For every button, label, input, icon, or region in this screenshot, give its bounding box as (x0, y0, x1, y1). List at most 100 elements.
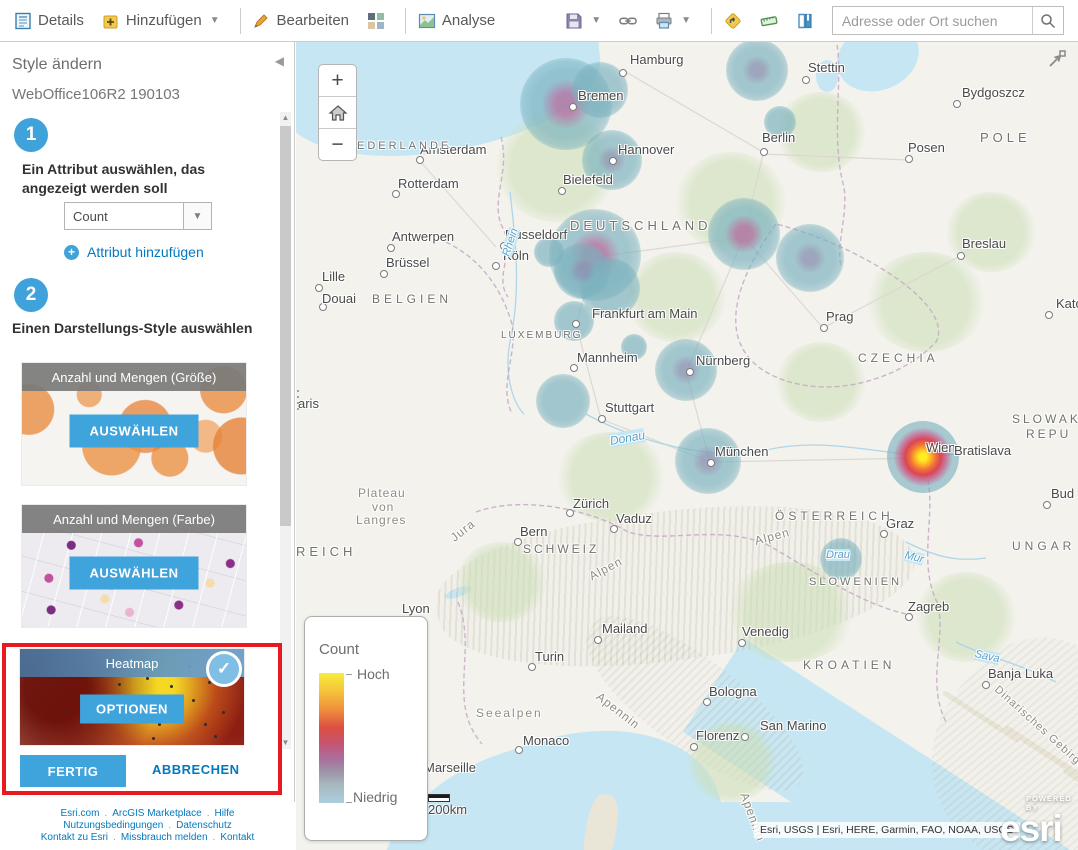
city-marker (515, 746, 523, 754)
city-marker (690, 743, 698, 751)
city-marker (416, 156, 424, 164)
modify-map-icon[interactable] (1046, 48, 1068, 75)
city-marker (392, 190, 400, 198)
footer-link[interactable]: Kontakt zu Esri (41, 832, 108, 843)
style-card-title: Anzahl und Mengen (Farbe) (22, 505, 246, 533)
footer-link[interactable]: Hilfe (214, 808, 234, 819)
footer-row: Nutzungsbedingungen.Datenschutz (0, 820, 295, 831)
footer-link[interactable]: Esri.com (61, 808, 100, 819)
select-style-button[interactable]: AUSWÄHLEN (70, 415, 199, 448)
footer-link[interactable]: Missbrauch melden (121, 832, 208, 843)
directions-button[interactable] (724, 12, 742, 30)
map-label: Langres (356, 513, 406, 527)
city-marker (905, 613, 913, 621)
collapse-panel-icon[interactable]: ◀ (275, 54, 284, 68)
attribute-select[interactable]: Count ▼ (64, 202, 212, 230)
basemap-button[interactable] (367, 12, 385, 30)
footer-link[interactable]: Kontakt (220, 832, 254, 843)
style-panel: Style ändern ◀ WebOffice106R2 190103 1 E… (0, 42, 295, 850)
measure-button[interactable] (760, 12, 778, 30)
search-box (832, 6, 1064, 35)
city-marker (738, 639, 746, 647)
add-button[interactable]: Hinzufügen ▼ (102, 12, 220, 30)
city-marker (880, 530, 888, 538)
scale-bar: 200km (428, 794, 467, 817)
esri-logo: POWERED BY esri (1000, 794, 1078, 845)
heat-blob (536, 374, 590, 428)
city-marker (686, 368, 694, 376)
map-canvas[interactable]: HamburgStettinBydgoszczBerlinPosenBremen… (296, 42, 1078, 850)
step-1-label: Ein Attribut auswählen, das angezeigt we… (22, 160, 232, 198)
map-label: Mailand (602, 621, 648, 636)
search-input[interactable] (833, 13, 1032, 29)
print-caret-icon: ▼ (681, 15, 691, 26)
map-label: Drau (826, 549, 850, 561)
map-label: Breslau (962, 236, 1006, 251)
footer-row: Esri.com. ArcGIS Marketplace. Hilfe (0, 808, 295, 819)
add-attribute-link[interactable]: + Attribut hinzufügen (64, 244, 204, 260)
city-marker (569, 103, 577, 111)
edit-label: Bearbeiten (276, 12, 349, 29)
map-label: Vaduz (616, 511, 652, 526)
share-link-button[interactable] (619, 12, 637, 30)
details-button[interactable]: Details (14, 12, 84, 30)
legend-title: Count (319, 641, 359, 658)
map-label: Nürnberg (696, 353, 750, 368)
map-label: Frankfurt am Main (592, 306, 697, 321)
footer-separator: . (104, 808, 107, 819)
add-layer-icon (102, 12, 120, 30)
city-marker (957, 252, 965, 260)
save-button[interactable]: ▼ (565, 12, 601, 30)
city-marker (703, 698, 711, 706)
footer-link[interactable]: ArcGIS Marketplace (112, 808, 201, 819)
map-label: Brüssel (386, 255, 429, 270)
map-label: DEUTSCHLAND (570, 218, 712, 233)
map-label: UNGAR (1012, 539, 1075, 553)
map-label: Venedig (742, 624, 789, 639)
map-label: Hamburg (630, 52, 683, 67)
bookmarks-button[interactable] (796, 12, 814, 30)
search-button[interactable] (1032, 7, 1063, 34)
map-label: BELGIEN (372, 292, 452, 306)
city-marker (610, 525, 618, 533)
zoom-in-button[interactable]: + (319, 65, 356, 97)
scroll-up-icon[interactable]: ▲ (280, 112, 291, 124)
footer-links: Esri.com.ArcGIS Marketplace.HilfeNutzung… (0, 802, 295, 850)
city-marker (570, 364, 578, 372)
footer-link[interactable]: Nutzungsbedingungen (63, 820, 163, 831)
scrollbar-thumb[interactable] (280, 126, 291, 526)
toolbar-divider (240, 8, 241, 34)
cancel-button[interactable]: ABBRECHEN (152, 762, 240, 777)
map-label: SLOWAK (1012, 412, 1078, 426)
map-label: REICH (296, 544, 356, 559)
details-label: Details (38, 12, 84, 29)
map-label: CZECHIA (858, 351, 939, 365)
add-attribute-label: Attribut hinzufügen (87, 244, 204, 260)
home-button[interactable] (319, 97, 356, 129)
chevron-down-icon[interactable]: ▼ (183, 203, 211, 229)
legend-card: Count Hoch Niedrig (304, 616, 428, 841)
city-marker (387, 244, 395, 252)
analyse-button[interactable]: Analyse (418, 12, 495, 30)
map-label: POLE (980, 130, 1031, 145)
heat-blob (776, 224, 844, 292)
panel-resize-handle[interactable] (295, 390, 301, 416)
map-label: Mannheim (577, 350, 638, 365)
map-label: SCHWEIZ (523, 542, 599, 556)
zoom-out-button[interactable]: − (319, 129, 356, 160)
city-marker (528, 663, 536, 671)
footer-link[interactable]: Datenschutz (176, 820, 232, 831)
heat-blob (887, 421, 959, 493)
map-label: Zagreb (908, 599, 949, 614)
attribute-select-value: Count (65, 209, 183, 224)
map-label: Bydgoszcz (962, 85, 1025, 100)
edit-button[interactable]: Bearbeiten (252, 12, 349, 30)
done-button[interactable]: FERTIG (20, 755, 126, 787)
map-label: Banja Luka (988, 666, 1053, 681)
print-button[interactable]: ▼ (655, 12, 691, 30)
map-label: Marseille (424, 760, 476, 775)
footer-separator: . (207, 808, 210, 819)
city-marker (594, 636, 602, 644)
analyse-label: Analyse (442, 12, 495, 29)
select-style-button[interactable]: AUSWÄHLEN (70, 557, 199, 590)
